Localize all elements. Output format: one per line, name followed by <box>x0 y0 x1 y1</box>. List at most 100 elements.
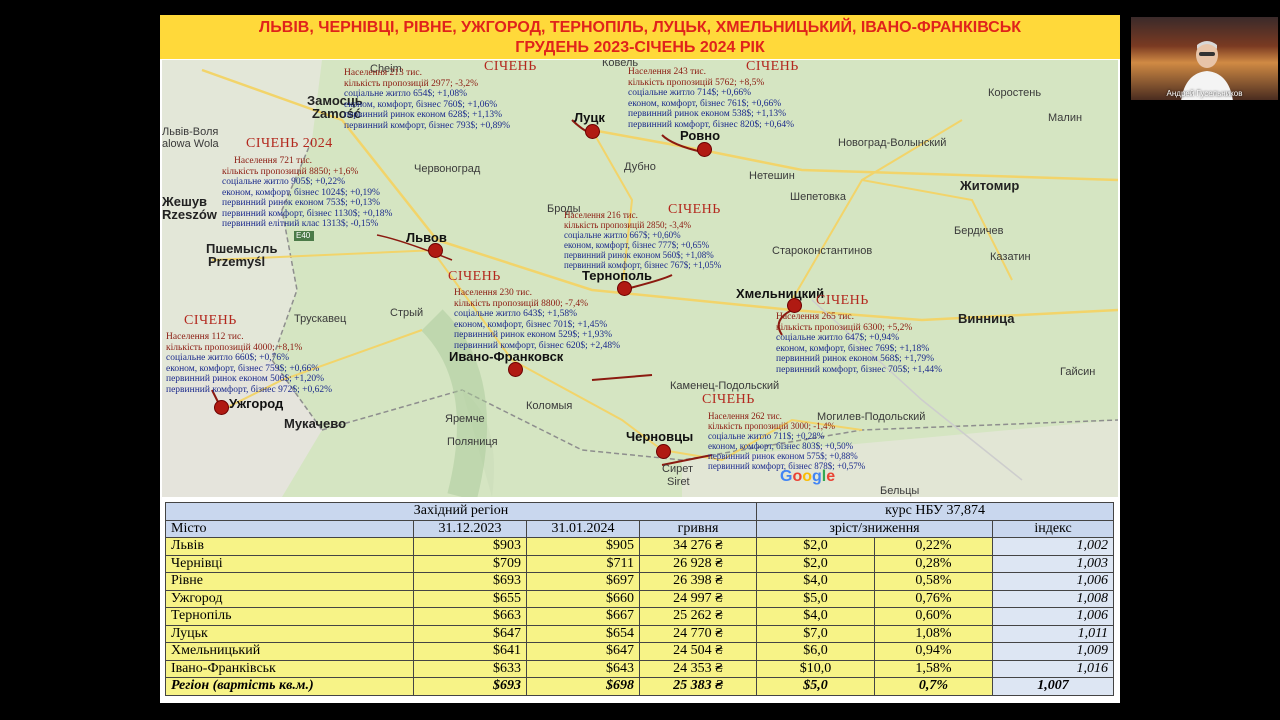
annotation-uzhgorod-line: Населення 112 тис. <box>166 332 244 342</box>
table-row: Львів $903 $905 34 276 ₴ $2,0 0,22% 1,002 <box>165 537 1115 556</box>
city-rovno: Ровно <box>680 128 721 143</box>
region-map: Cheim Ковель Замосць Zamość Львів-Воля a… <box>162 60 1118 497</box>
annotation-chernovtsy-line: економ, комфорт, бізнес 803$; +0,50% <box>708 441 854 451</box>
slide-title: ЛЬВІВ, ЧЕРНІВЦІ, РІВНЕ, УЖГОРОД, ТЕРНОПІ… <box>160 15 1120 59</box>
place-netishyn: Нетешин <box>749 170 795 182</box>
cell-dec: $647 <box>413 624 527 643</box>
annotation-rovno-line: первинний комфорт, бізнес 820$; +0,64% <box>628 119 795 130</box>
place-przemysl: Przemyśl <box>208 254 266 269</box>
place-mukachevo: Мукачево <box>284 416 347 431</box>
place-vinnitsa: Винница <box>958 311 1015 326</box>
col-jan: 31.01.2024 <box>526 519 640 538</box>
cell-index: 1,003 <box>991 554 1115 573</box>
total-uah: 25 383 ₴ <box>639 677 757 696</box>
place-truskavets: Трускавец <box>294 313 347 325</box>
place-berdichev: Бердичев <box>954 225 1004 237</box>
cell-jan: $697 <box>526 572 640 591</box>
place-rzeszow: Rzeszów <box>162 207 217 222</box>
annotation-rovno-line: економ, комфорт, бізнес 761$; +0,66% <box>628 98 782 109</box>
cell-uah: 24 997 ₴ <box>639 589 757 608</box>
annotation-chernovtsy-line: соцiальне житло 711$; +0,28% <box>708 431 825 441</box>
place-siret: Сирет <box>662 463 693 475</box>
annotation-ivanofrankovsk: СІЧЕНЬ Населення 230 тис. кількість проп… <box>448 270 621 351</box>
marker-lutsk <box>585 124 600 139</box>
annotation-uzhgorod-line: економ, комфорт, бізнес 759$; +0,66% <box>166 363 320 374</box>
place-malin: Малин <box>1048 112 1083 124</box>
cell-city: Луцьк <box>165 624 414 643</box>
cell-city: Чернівці <box>165 554 414 573</box>
annotation-khmelnitsky-line: соцiальне житло 647$; +0,94% <box>776 333 900 343</box>
cell-jan: $711 <box>526 554 640 573</box>
cell-change-usd: $10,0 <box>756 659 875 678</box>
cell-jan: $643 <box>526 659 640 678</box>
annotation-ivanofrankovsk-month: СІЧЕНЬ <box>448 269 501 284</box>
cell-dec: $641 <box>413 642 527 661</box>
total-jan: $698 <box>526 677 640 696</box>
annotation-ivanofrankovsk-line: економ, комфорт, бізнес 701$; +1,45% <box>454 319 608 330</box>
marker-chernovtsy <box>656 444 671 459</box>
annotation-khmelnitsky-line: первинний комфорт, бізнес 705$; +1,44% <box>776 364 943 375</box>
place-novograd: Новоград-Волынский <box>838 137 947 149</box>
annotation-chernovtsy-line: кількість пропозицій 3000; -1,4% <box>708 421 836 431</box>
cell-city: Тернопіль <box>165 607 414 626</box>
sign-e40: E40 <box>296 231 311 240</box>
annotation-lutsk-line: первинний ринок економ 628$; +1,13% <box>344 110 503 120</box>
price-table: Західний регіон курс НБУ 37,874 Місто 31… <box>165 502 1115 696</box>
place-kamenets: Каменец-Подольский <box>670 380 780 392</box>
annotation-uzhgorod-month: СІЧЕНЬ <box>184 313 237 328</box>
place-zhitomir: Житомир <box>960 178 1020 193</box>
cell-index: 1,006 <box>991 572 1115 591</box>
cell-dec: $693 <box>413 572 527 591</box>
presentation-slide: ЛЬВІВ, ЧЕРНІВЦІ, РІВНЕ, УЖГОРОД, ТЕРНОПІ… <box>160 15 1120 703</box>
annotation-ivanofrankovsk-line: соцiальне житло 643$; +1,58% <box>454 309 578 319</box>
city-lvov: Львов <box>406 230 447 245</box>
col-uah: гривня <box>639 519 757 538</box>
annotation-khmelnitsky-line: Населення 265 тис. <box>776 312 854 322</box>
cell-index: 1,002 <box>991 537 1115 556</box>
annotation-lutsk-line: первинний комфорт, бізнес 793$; +0,89% <box>344 120 511 131</box>
annotation-rovno-line: первинний ринок економ 538$; +1,13% <box>628 109 787 119</box>
cell-jan: $654 <box>526 624 640 643</box>
annotation-chernovtsy-line: Населення 262 тис. <box>708 411 782 421</box>
place-polianytsia: Поляниця <box>447 436 498 448</box>
cell-city: Хмельницький <box>165 642 414 661</box>
cell-uah: 26 928 ₴ <box>639 554 757 573</box>
cell-jan: $667 <box>526 607 640 626</box>
table-row: Рівне $693 $697 26 398 ₴ $4,0 0,58% 1,006 <box>165 572 1115 591</box>
cell-index: 1,016 <box>991 659 1115 678</box>
cell-jan: $660 <box>526 589 640 608</box>
cell-change-pct: 0,22% <box>874 537 993 556</box>
cell-dec: $709 <box>413 554 527 573</box>
table-row: Чернівці $709 $711 26 928 ₴ $2,0 0,28% 1,003 <box>165 554 1115 573</box>
place-kazatin: Казатин <box>990 251 1031 263</box>
annotation-ternopol-line: економ, комфорт, бізнес 777$; +0,65% <box>564 240 710 250</box>
annotation-ivanofrankovsk-line: первинний комфорт, бізнес 620$; +2,48% <box>454 340 621 351</box>
annotation-ivanofrankovsk-line: кількість пропозицій 8800; -7,4% <box>454 298 589 309</box>
annotation-lvov: СІЧЕНЬ 2024 Населення 721 тис. кількість… <box>222 137 392 230</box>
place-starokonstantinov: Староконстантинов <box>772 245 873 257</box>
city-chernovtsy: Черновцы <box>626 429 694 444</box>
annotation-lutsk-line: економ, комфорт, бізнес 760$; +1,06% <box>344 99 498 110</box>
marker-uzhgorod <box>214 400 229 415</box>
total-change-usd: $5,0 <box>756 677 875 696</box>
cell-change-usd: $6,0 <box>756 642 875 661</box>
annotation-uzhgorod-line: первинний ринок економ 506$; +1,20% <box>166 374 325 384</box>
col-dec: 31.12.2023 <box>413 519 527 538</box>
cell-uah: 24 770 ₴ <box>639 624 757 643</box>
annotation-lvov-month: СІЧЕНЬ 2024 <box>246 136 333 151</box>
annotation-ternopol-line: кількість пропозицій 2850; -3,4% <box>564 220 692 230</box>
annotation-khmelnitsky-month: СІЧЕНЬ <box>816 293 869 308</box>
marker-lvov <box>428 243 443 258</box>
rate-header: курс НБУ 37,874 <box>755 502 1115 521</box>
place-chervonograd: Червоноград <box>414 163 481 175</box>
cell-dec: $903 <box>413 537 527 556</box>
annotation-khmelnitsky-line: кількість пропозицій 6300; +5,2% <box>776 322 913 333</box>
place-stryi: Стрый <box>390 307 424 319</box>
annotation-uzhgorod-line: первинний комфорт, бізнес 972$; +0,62% <box>166 384 333 395</box>
annotation-chernovtsy-month: СІЧЕНЬ <box>702 392 755 407</box>
table-row: Ужгород $655 $660 24 997 ₴ $5,0 0,76% 1,008 <box>165 589 1115 608</box>
col-change: зріст/зниження <box>756 519 993 538</box>
cell-dec: $655 <box>413 589 527 608</box>
place-beltsy: Бельцы <box>880 485 920 497</box>
table-row: Івано-Франківськ $633 $643 24 353 ₴ $10,0 1,5… <box>165 659 1115 678</box>
